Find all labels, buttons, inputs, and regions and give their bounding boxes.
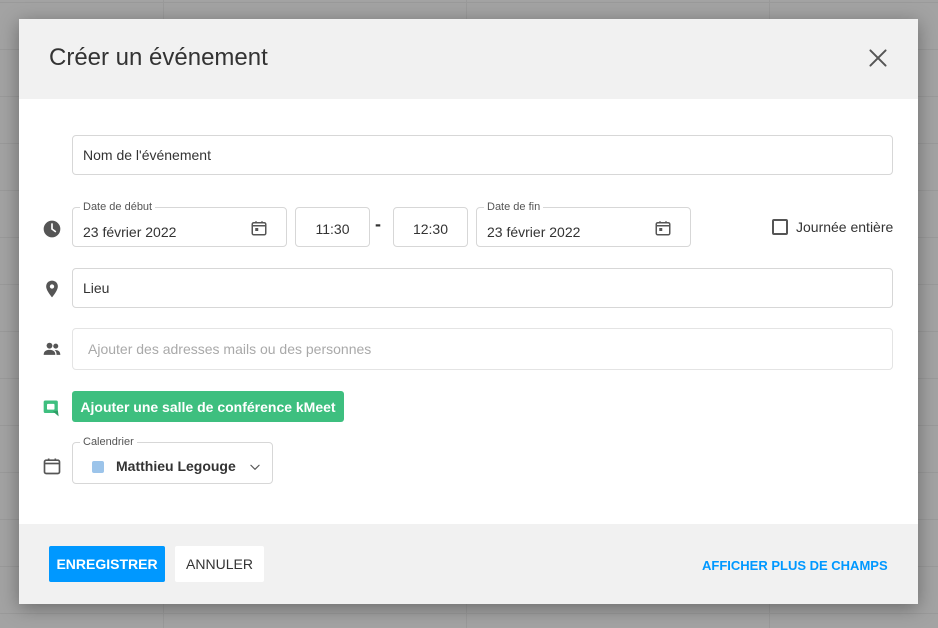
calendar-select[interactable]: Calendrier Matthieu Legouge [72, 436, 273, 484]
start-date-picker-button[interactable] [250, 219, 268, 237]
save-button[interactable]: ENREGISTRER [49, 546, 165, 582]
end-time-value: 12:30 [412, 221, 449, 237]
all-day-label[interactable]: Journée entière [796, 219, 893, 235]
end-date-value: 23 février 2022 [487, 224, 581, 240]
calendar-icon [655, 221, 671, 236]
calendar-icon [42, 456, 62, 476]
end-date-label: Date de fin [484, 201, 544, 213]
people-icon [42, 339, 62, 359]
time-separator: - [375, 214, 381, 234]
start-date-value: 23 février 2022 [83, 224, 177, 240]
kmeet-icon [42, 398, 62, 418]
calendar-color-swatch [92, 461, 104, 473]
end-date-picker-button[interactable] [654, 219, 672, 237]
close-button[interactable] [865, 45, 891, 71]
start-time-field[interactable]: 11:30 [295, 207, 370, 247]
start-date-field[interactable]: Date de début 23 février 2022 [72, 201, 287, 247]
calendar-label: Calendrier [80, 436, 137, 448]
end-date-field[interactable]: Date de fin 23 février 2022 [476, 201, 691, 247]
clock-icon [42, 219, 62, 239]
location-input[interactable] [72, 268, 893, 308]
all-day-checkbox[interactable] [772, 219, 788, 235]
close-icon [869, 49, 887, 67]
event-name-input[interactable] [72, 135, 893, 175]
start-time-value: 11:30 [315, 221, 350, 237]
calendar-icon [251, 221, 267, 236]
calendar-selected-value: Matthieu Legouge [116, 458, 236, 474]
dialog-header: Créer un événement [19, 19, 918, 99]
end-time-field[interactable]: 12:30 [393, 207, 468, 247]
location-pin-icon [42, 279, 62, 299]
cancel-button[interactable]: ANNULER [175, 546, 264, 582]
dialog-title: Créer un événement [49, 44, 268, 71]
chevron-down-icon [248, 460, 262, 474]
create-event-dialog: Créer un événement Date de début 23 févr… [19, 19, 918, 604]
attendees-input[interactable] [72, 328, 893, 370]
show-more-fields-link[interactable]: AFFICHER PLUS DE CHAMPS [702, 558, 888, 573]
add-kmeet-room-button[interactable]: Ajouter une salle de conférence kMeet [72, 391, 344, 422]
dialog-footer: ENREGISTRER ANNULER AFFICHER PLUS DE CHA… [19, 524, 918, 604]
start-date-label: Date de début [80, 201, 156, 213]
